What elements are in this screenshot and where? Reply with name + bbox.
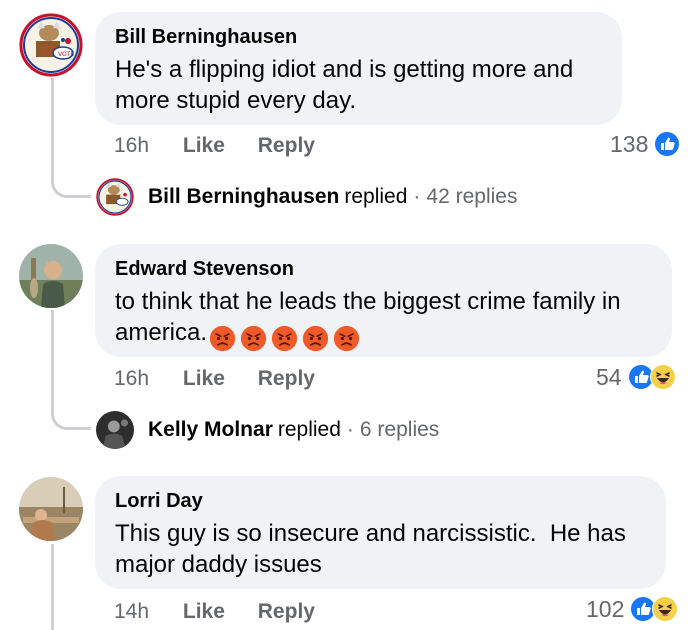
comment-text: This guy is so insecure and narcissistic…	[115, 520, 633, 578]
angry-face-icon	[240, 326, 267, 352]
reaction-summary[interactable]: 54	[596, 361, 676, 393]
reaction-count: 54	[596, 363, 622, 390]
angry-face-icon	[302, 326, 329, 352]
reply-verb: replied	[277, 418, 341, 441]
like-button[interactable]: Like	[183, 600, 225, 624]
comment-bubble: Lorri Day This guy is so insecure and na…	[95, 476, 666, 589]
comments-section: VOTE Bill Berninghausen He's a flipping …	[0, 0, 699, 630]
angry-face-icon	[209, 326, 236, 352]
haha-icon	[649, 364, 676, 390]
separator-dot: ·	[413, 185, 421, 208]
separator-dot: ·	[346, 418, 354, 441]
comment-text: to think that he leads the biggest crime…	[115, 286, 652, 353]
like-icon	[654, 131, 681, 157]
reply-verb: replied	[344, 185, 408, 208]
thread-line	[51, 310, 54, 414]
avatar	[96, 411, 134, 449]
svg-text:VOTE: VOTE	[58, 51, 74, 58]
reaction-count: 102	[586, 595, 625, 622]
like-button[interactable]: Like	[183, 134, 225, 158]
angry-face-icon	[271, 326, 298, 352]
reply-button[interactable]: Reply	[258, 134, 315, 158]
comment-bubble: Bill Berninghausen He's a flipping idiot…	[95, 12, 622, 125]
avatar[interactable]	[19, 477, 83, 541]
view-replies-link[interactable]: Bill Berninghausen replied · 42 replies	[96, 178, 518, 216]
avatar	[96, 178, 134, 216]
comment-timestamp[interactable]: 16h	[114, 367, 149, 391]
comment-timestamp[interactable]: 14h	[114, 600, 149, 624]
thread-connector	[51, 176, 91, 198]
reply-button[interactable]: Reply	[258, 367, 315, 391]
comment-actions: 16h Like Reply	[114, 134, 342, 158]
reply-author: Kelly Molnar	[148, 418, 273, 441]
reply-count: 6 replies	[359, 418, 440, 441]
thread-line	[51, 78, 54, 182]
comment-bubble: Edward Stevenson to think that he leads …	[95, 244, 672, 357]
comment-actions: 14h Like Reply	[114, 600, 342, 624]
haha-icon	[652, 596, 679, 622]
emoji-group	[209, 322, 364, 353]
reply-author: Bill Berninghausen	[148, 185, 340, 208]
avatar[interactable]	[19, 244, 83, 308]
comment-actions: 16h Like Reply	[114, 367, 342, 391]
view-replies-link[interactable]: Kelly Molnar replied · 6 replies	[96, 411, 440, 449]
comment-author[interactable]: Bill Berninghausen	[115, 26, 602, 48]
comment-text-body: to think that he leads the biggest crime…	[115, 288, 621, 346]
reaction-summary[interactable]: 138	[610, 128, 681, 160]
comment-timestamp[interactable]: 16h	[114, 134, 149, 158]
avatar[interactable]: VOTE	[19, 13, 83, 77]
comment-author[interactable]: Lorri Day	[115, 490, 646, 512]
reply-count: 42 replies	[426, 185, 518, 208]
thread-line	[51, 544, 54, 630]
angry-face-icon	[333, 326, 360, 352]
thread-connector	[51, 408, 91, 430]
like-button[interactable]: Like	[183, 367, 225, 391]
reply-button[interactable]: Reply	[258, 600, 315, 624]
comment-author[interactable]: Edward Stevenson	[115, 258, 652, 280]
reaction-count: 138	[610, 130, 649, 157]
reaction-summary[interactable]: 102	[586, 593, 679, 625]
comment-text: He's a flipping idiot and is getting mor…	[115, 56, 574, 114]
